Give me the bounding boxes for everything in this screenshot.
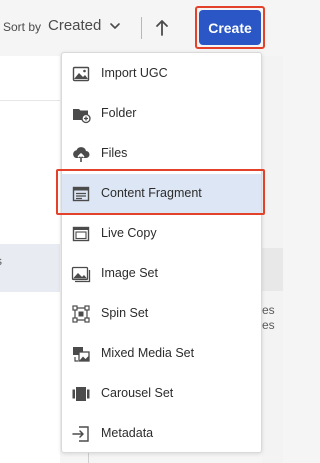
selected-row-background <box>0 244 60 292</box>
cloud-upload-icon <box>71 144 91 164</box>
menu-item-mixed-media-set[interactable]: Mixed Media Set <box>62 334 261 374</box>
create-menu: Import UGC Folder Files Content Fragment… <box>61 52 262 453</box>
toolbar-divider <box>141 17 142 39</box>
menu-item-import-ugc[interactable]: Import UGC <box>62 54 261 94</box>
content-fragment-highlight <box>56 169 265 215</box>
toolbar: Sort by Created Create <box>0 0 283 56</box>
menu-item-label: Metadata <box>101 426 154 440</box>
metadata-import-icon <box>71 424 91 444</box>
menu-item-carousel-set[interactable]: Carousel Set <box>62 374 261 414</box>
menu-item-label: Files <box>101 146 128 160</box>
menu-item-files[interactable]: Files <box>62 134 261 174</box>
background-text-fragment: es <box>262 318 275 332</box>
menu-item-label: Mixed Media Set <box>101 346 195 360</box>
sort-by-select[interactable]: Created <box>48 17 101 34</box>
menu-item-live-copy[interactable]: Live Copy <box>62 214 261 254</box>
spin-set-icon <box>71 304 91 324</box>
folder-add-icon <box>71 104 91 124</box>
image-icon <box>71 64 91 84</box>
menu-item-label: Live Copy <box>101 226 157 240</box>
background-text-fragment: es <box>262 303 275 317</box>
carousel-set-icon <box>71 384 91 404</box>
menu-item-spin-set[interactable]: Spin Set <box>62 294 261 334</box>
menu-item-image-set[interactable]: Image Set <box>62 254 261 294</box>
left-column-divider <box>0 100 60 101</box>
right-row-background <box>262 248 283 291</box>
create-button[interactable]: Create <box>199 10 261 45</box>
menu-item-metadata[interactable]: Metadata <box>62 414 261 454</box>
sort-by-label: Sort by <box>3 20 42 34</box>
menu-item-folder[interactable]: Folder <box>62 94 261 134</box>
menu-item-label: Import UGC <box>101 66 168 80</box>
background-text-fragment: s <box>0 254 2 268</box>
chevron-down-icon[interactable] <box>108 19 122 33</box>
menu-item-label: Spin Set <box>101 306 149 320</box>
live-copy-icon <box>71 224 91 244</box>
mixed-media-set-icon <box>71 344 91 364</box>
menu-item-label: Carousel Set <box>101 386 174 400</box>
sort-direction-arrow-up-icon[interactable] <box>152 17 172 39</box>
menu-item-label: Image Set <box>101 266 158 280</box>
menu-item-label: Folder <box>101 106 137 120</box>
image-set-icon <box>71 264 91 284</box>
